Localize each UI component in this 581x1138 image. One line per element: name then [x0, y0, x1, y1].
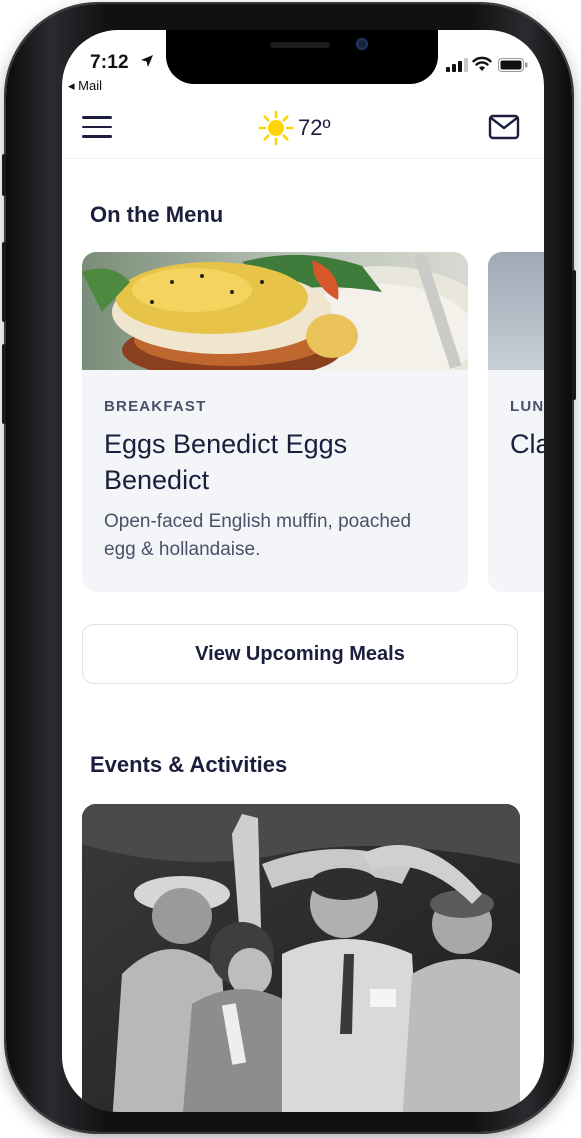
temperature-label: 72º	[298, 115, 331, 140]
meal-card[interactable]: BREAKFAST Eggs Benedict Eggs Benedict Op…	[82, 252, 468, 592]
meal-card[interactable]: LUN Cla	[488, 252, 544, 592]
eggs-benedict-photo	[82, 252, 468, 370]
location-arrow-icon	[141, 55, 153, 67]
sun-icon	[258, 110, 294, 146]
event-photo[interactable]	[82, 804, 520, 1112]
menu-section-title: On the Menu	[90, 202, 224, 227]
status-time: 7:12	[90, 52, 129, 73]
wifi-icon	[472, 56, 492, 71]
meal-title: Eggs Benedict Eggs Benedict	[104, 429, 348, 495]
meal-title: Cla	[510, 429, 544, 459]
weather-widget[interactable]: 72º	[258, 110, 331, 146]
volume-up-button	[2, 242, 6, 322]
envelope-icon[interactable]	[488, 114, 520, 140]
meal-category: LUN	[510, 398, 544, 415]
app-screen: 7:12 ◂ Mail 72º On the Menu BREAKFAST Eg…	[62, 30, 544, 1112]
speaker-grille	[270, 42, 330, 48]
view-upcoming-meals-button[interactable]: View Upcoming Meals	[82, 624, 518, 684]
battery-icon	[498, 58, 528, 72]
volume-down-button	[2, 344, 6, 424]
events-section-title: Events & Activities	[90, 752, 288, 777]
meal-category: BREAKFAST	[104, 398, 207, 415]
meal-description: Open-faced English muffin, poached egg &…	[104, 511, 412, 560]
app-header: 72º	[62, 100, 544, 159]
phone-frame: 7:12 ◂ Mail 72º On the Menu BREAKFAST Eg…	[2, 4, 576, 1132]
cellular-signal-icon	[446, 58, 468, 72]
lunch-photo	[488, 252, 544, 370]
device-notch	[166, 30, 438, 84]
silent-switch	[2, 154, 6, 196]
front-camera	[356, 38, 368, 50]
back-to-mail-link[interactable]: ◂ Mail	[68, 78, 102, 94]
power-button	[572, 270, 576, 400]
hamburger-menu-icon[interactable]	[82, 116, 112, 140]
